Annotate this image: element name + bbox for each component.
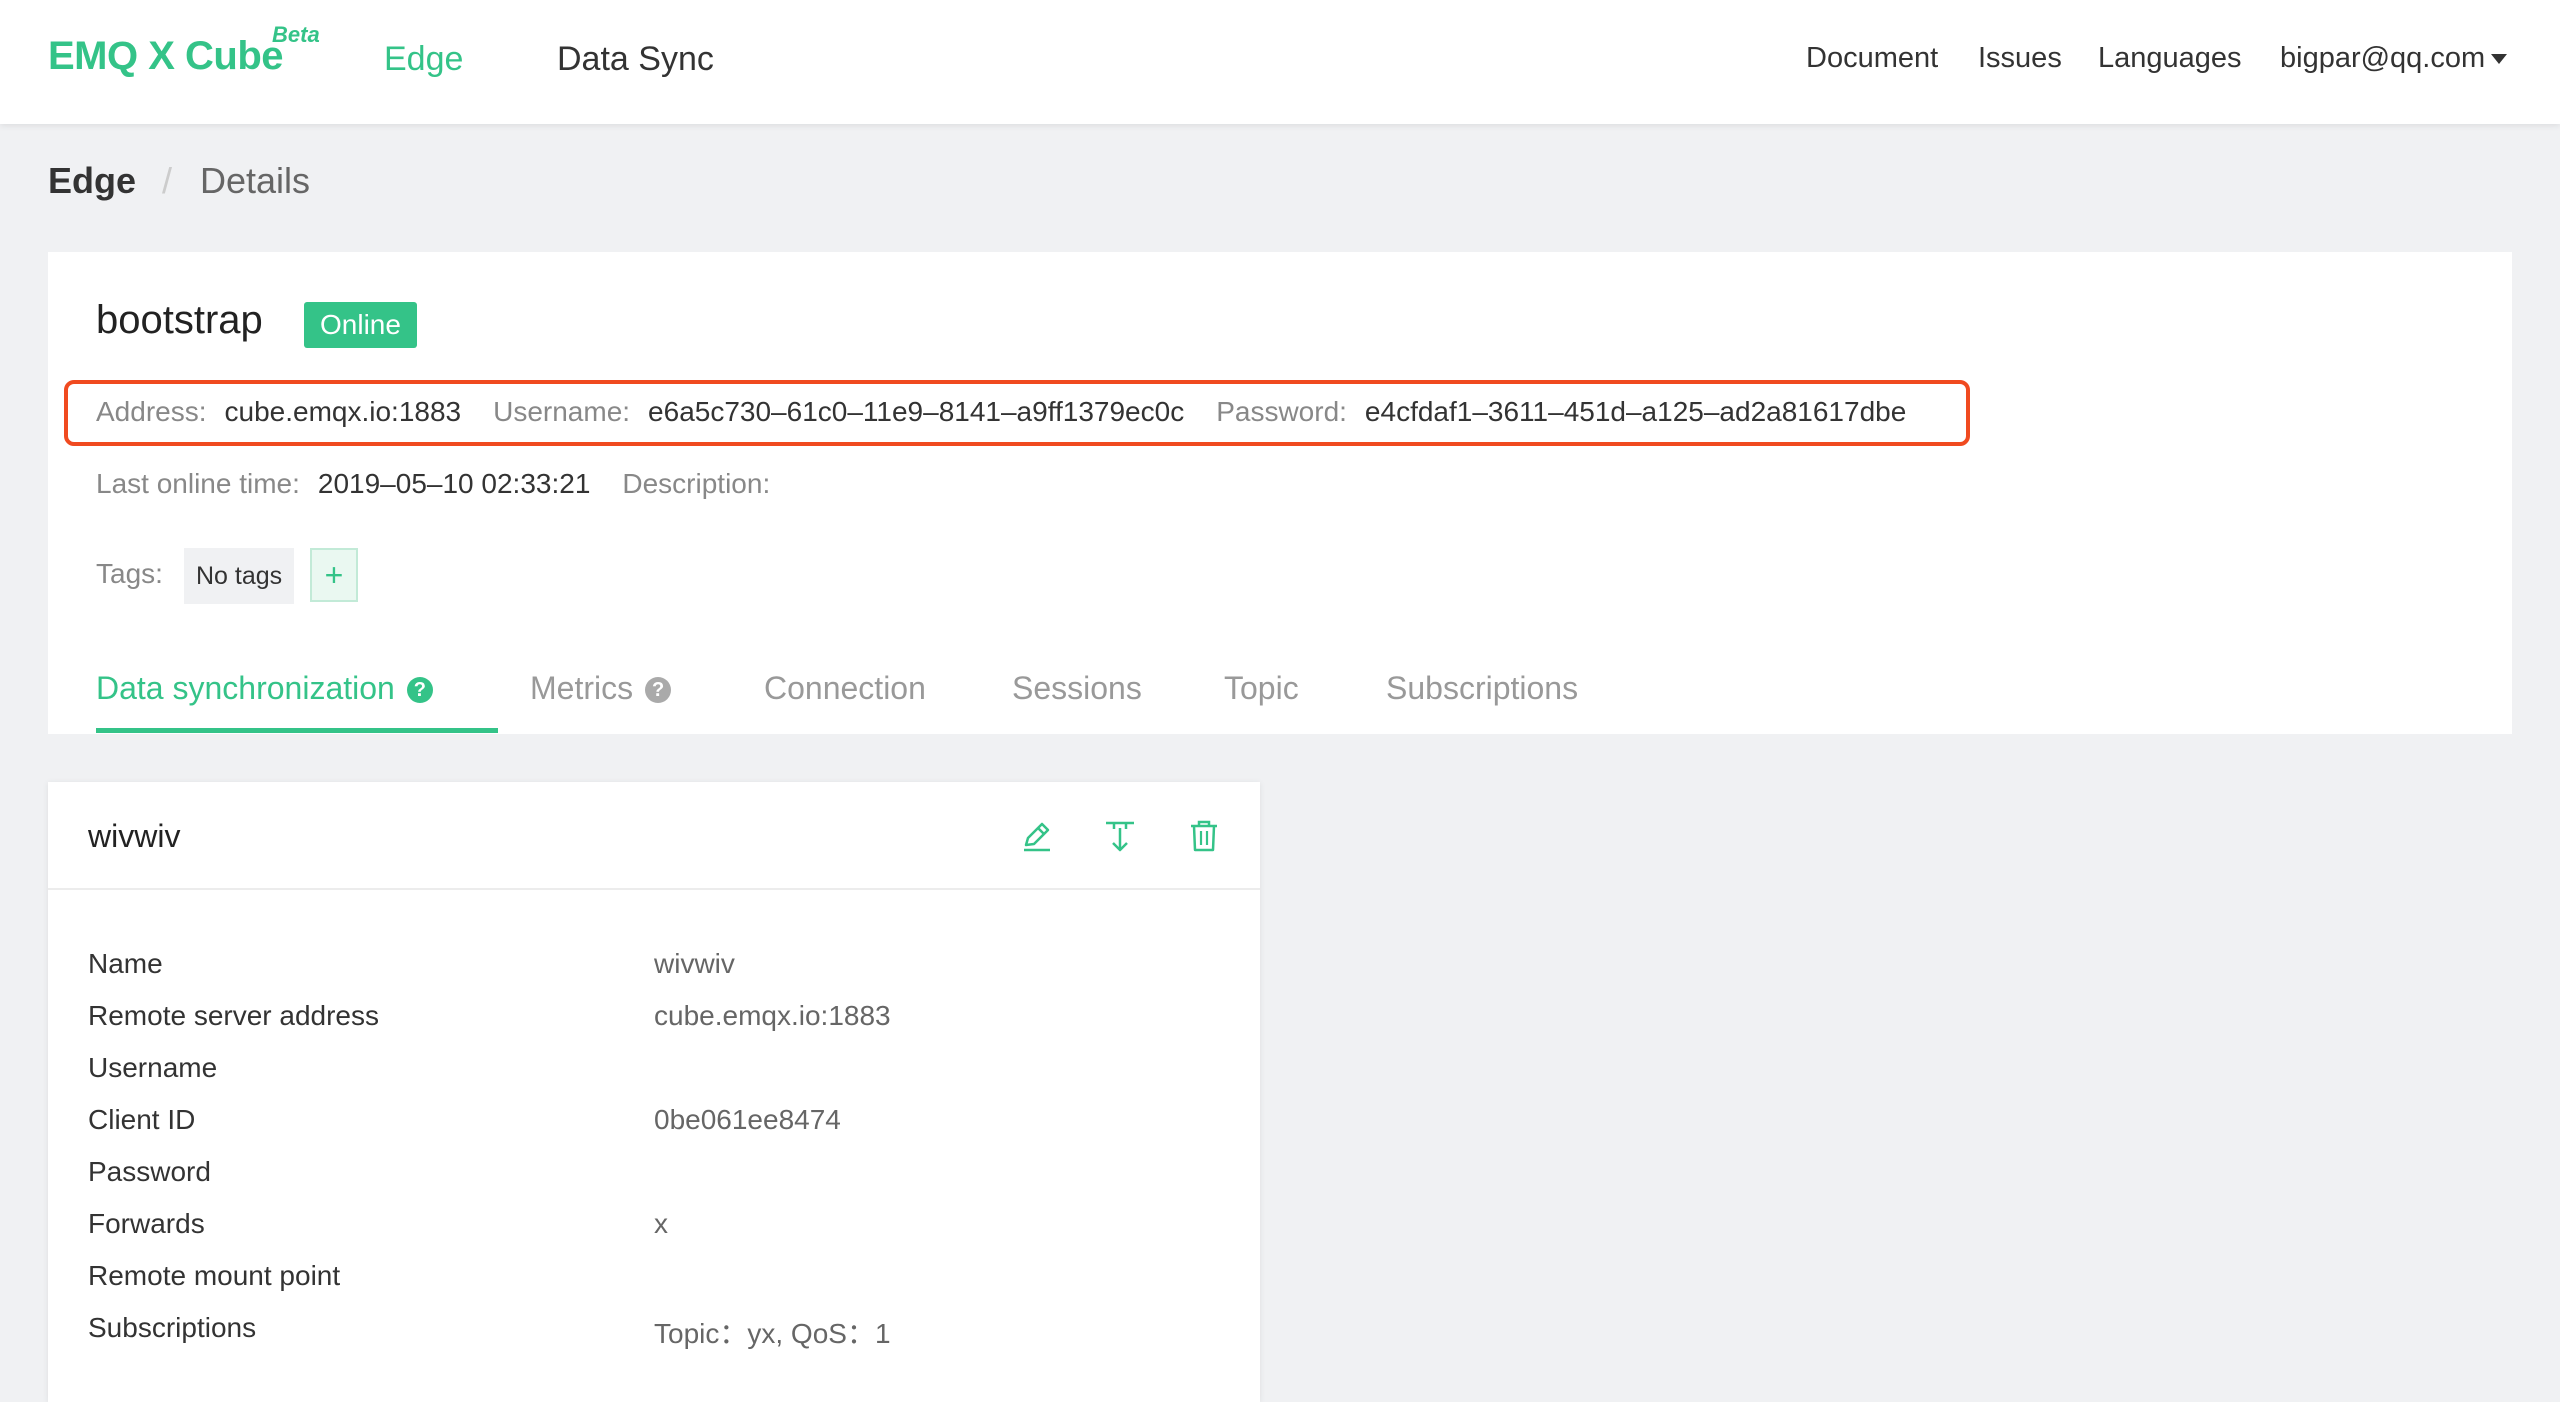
- field-remote-address-value: cube.emqx.io:1883: [654, 1000, 891, 1031]
- field-client-id-value: 0be061ee8474: [654, 1104, 841, 1135]
- field-client-id-label: Client ID: [88, 1104, 196, 1135]
- tab-metrics[interactable]: Metrics?: [530, 670, 672, 707]
- active-tab-indicator: [96, 728, 498, 733]
- tab-subscriptions[interactable]: Subscriptions: [1386, 670, 1578, 707]
- node-name: bootstrap: [96, 298, 263, 342]
- field-username-label: Username: [88, 1052, 218, 1083]
- nav-edge[interactable]: Edge: [384, 40, 463, 79]
- edit-icon[interactable]: [1016, 816, 1056, 856]
- user-email: bigpar@qq.com: [2280, 42, 2486, 74]
- password-label: Password:: [1216, 396, 1347, 427]
- field-forwards-label: Forwards: [88, 1208, 205, 1239]
- field-password-label: Password: [88, 1156, 211, 1187]
- help-icon: ?: [645, 677, 672, 703]
- address-value: cube.emqx.io:1883: [224, 396, 462, 427]
- user-menu[interactable]: bigpar@qq.com: [2280, 42, 2508, 75]
- field-subscriptions-label: Subscriptions: [88, 1312, 257, 1343]
- delete-icon[interactable]: [1184, 816, 1224, 856]
- field-remote-address-label: Remote server address: [88, 1000, 380, 1031]
- tags-label: Tags:: [96, 558, 163, 589]
- sync-card-title: wivwiv: [88, 818, 181, 854]
- sync-card-header: wivwiv: [48, 782, 1260, 890]
- meta-row: Last online time: 2019–05–10 02:33:21 Desc…: [96, 468, 820, 500]
- nav-data-sync[interactable]: Data Sync: [557, 40, 714, 79]
- field-subscriptions-value: Topic：yx, QoS：1: [654, 1318, 891, 1349]
- field-name-label: Name: [88, 948, 163, 979]
- status-badge: Online: [304, 302, 417, 348]
- tab-topic[interactable]: Topic: [1224, 670, 1299, 707]
- help-icon: ?: [406, 677, 433, 703]
- nav-languages[interactable]: Languages: [2098, 42, 2242, 75]
- sync-card: wivwiv Name wivwiv Remote server address…: [48, 782, 1260, 1402]
- last-online-value: 2019–05–10 02:33:21: [317, 468, 591, 499]
- field-name-value: wivwiv: [654, 948, 735, 979]
- tab-connection[interactable]: Connection: [764, 670, 926, 707]
- password-value: e4cfdaf1–3611–451d–a125–ad2a81617dbe: [1364, 396, 1907, 427]
- nav-document[interactable]: Document: [1806, 42, 1938, 75]
- username-value: e6a5c730–61c0–11e9–8141–a9ff1379ec0c: [648, 396, 1185, 427]
- beta-badge: Beta: [272, 22, 320, 47]
- nav-issues[interactable]: Issues: [1978, 42, 2062, 75]
- no-tags-tag: No tags: [184, 548, 295, 604]
- field-forwards-value: x: [654, 1208, 668, 1239]
- logo[interactable]: EMQ X Cube: [48, 34, 284, 79]
- add-tag-button[interactable]: +: [310, 548, 358, 602]
- breadcrumb-edge[interactable]: Edge: [48, 160, 136, 202]
- field-mount-point-label: Remote mount point: [88, 1260, 341, 1291]
- download-icon[interactable]: [1100, 816, 1140, 856]
- tab-sessions[interactable]: Sessions: [1012, 670, 1142, 707]
- last-online-label: Last online time:: [96, 468, 300, 499]
- tab-data-synchronization[interactable]: Data synchronization?: [96, 670, 433, 707]
- tab-label: Data synchronization: [96, 670, 395, 706]
- breadcrumb-separator: /: [162, 160, 173, 201]
- breadcrumb-details: Details: [200, 160, 311, 201]
- username-label: Username:: [493, 396, 631, 427]
- node-detail-card: bootstrap Online Address: cube.emqx.io:18…: [48, 252, 2512, 734]
- top-header: EMQ X Cube Beta Edge Data Sync Document …: [0, 0, 2560, 124]
- address-label: Address:: [96, 396, 207, 427]
- chevron-down-icon: [2491, 54, 2508, 65]
- tab-label: Metrics: [530, 670, 634, 706]
- credentials-row: Address: cube.emqx.io:1883 Username: e6a5c7…: [96, 396, 1938, 428]
- description-label: Description:: [622, 468, 771, 499]
